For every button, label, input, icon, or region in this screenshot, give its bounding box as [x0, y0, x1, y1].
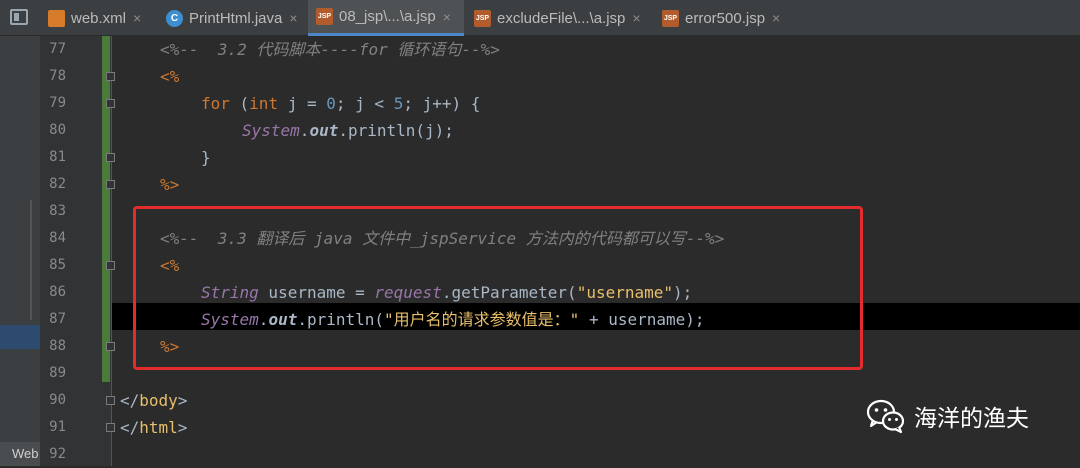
line-number: 84 [49, 230, 66, 246]
jsp-file-icon: JSP [474, 9, 491, 27]
fold-marker-icon[interactable] [106, 423, 115, 432]
fold-marker-icon[interactable] [106, 99, 115, 108]
line-number: 89 [49, 365, 66, 381]
line-number: 80 [49, 122, 66, 138]
tab-label: error500.jsp [685, 9, 766, 27]
tab-4[interactable]: JSP excludeFile\...\a.jsp × [466, 0, 652, 36]
close-icon[interactable]: × [133, 10, 141, 26]
tab-3[interactable]: JSP 08_jsp\...\a.jsp × [308, 0, 464, 36]
jsp-file-icon: JSP [316, 8, 333, 25]
java-class-icon: C [166, 9, 183, 27]
tab-label: 08_jsp\...\a.jsp [339, 8, 436, 25]
tab-label: excludeFile\...\a.jsp [497, 9, 626, 27]
close-icon[interactable]: × [772, 10, 780, 26]
fold-marker-icon[interactable] [106, 153, 115, 162]
wechat-icon [866, 399, 905, 434]
code-line-91: </html> [120, 418, 188, 437]
close-icon[interactable]: × [443, 9, 451, 25]
line-number: 77 [49, 41, 66, 57]
code-line-90: </body> [120, 391, 188, 410]
highlight-annotation-box [133, 206, 863, 370]
tab-1[interactable]: web.xml × [40, 0, 162, 36]
line-number: 92 [49, 446, 66, 462]
code-line-80: System.out.println(j); [242, 121, 454, 140]
fold-marker-icon[interactable] [106, 396, 115, 405]
line-number: 83 [49, 203, 66, 219]
line-number: 81 [49, 149, 66, 165]
line-number: 82 [49, 176, 66, 192]
line-number: 79 [49, 95, 66, 111]
project-tree-selection[interactable] [0, 325, 40, 349]
jsp-file-icon: JSP [662, 9, 679, 27]
line-number: 91 [49, 419, 66, 435]
tab-label: PrintHtml.java [189, 9, 283, 27]
tab-5[interactable]: JSP error500.jsp × [654, 0, 786, 36]
tab-2[interactable]: C PrintHtml.java × [158, 0, 300, 36]
left-divider [30, 200, 32, 320]
line-number: 86 [49, 284, 66, 300]
project-tree-item-web[interactable]: Web [0, 442, 40, 466]
tab-label: web.xml [71, 9, 127, 27]
fold-marker-icon[interactable] [106, 180, 115, 189]
code-line-79: for (int j = 0; j < 5; j++) { [201, 94, 481, 113]
code-line-77: <%-- 3.2 代码脚本----for 循环语句--%> [160, 40, 500, 59]
fold-marker-icon[interactable] [106, 261, 115, 270]
code-line-81: } [201, 148, 211, 167]
line-number: 88 [49, 338, 66, 354]
watermark: 海洋的渔夫 [866, 398, 1029, 434]
code-line-82: %> [160, 175, 180, 194]
vcs-change-marker[interactable] [102, 36, 110, 382]
watermark-text: 海洋的渔夫 [914, 406, 1029, 432]
code-line-78: <% [160, 67, 180, 86]
line-number: 87 [49, 311, 66, 327]
fold-marker-icon[interactable] [106, 342, 115, 351]
close-icon[interactable]: × [632, 10, 640, 26]
editor-tab-bar: web.xml × C PrintHtml.java × JSP 08_jsp\...\a.… [0, 0, 1080, 36]
line-number: 78 [49, 68, 66, 84]
close-icon[interactable]: × [289, 10, 297, 26]
line-number: 90 [49, 392, 66, 408]
project-tool-strip [0, 36, 40, 466]
fold-marker-icon[interactable] [106, 72, 115, 81]
project-panel-toggle-icon[interactable] [10, 9, 28, 25]
line-number: 85 [49, 257, 66, 273]
xml-file-icon [48, 9, 65, 27]
